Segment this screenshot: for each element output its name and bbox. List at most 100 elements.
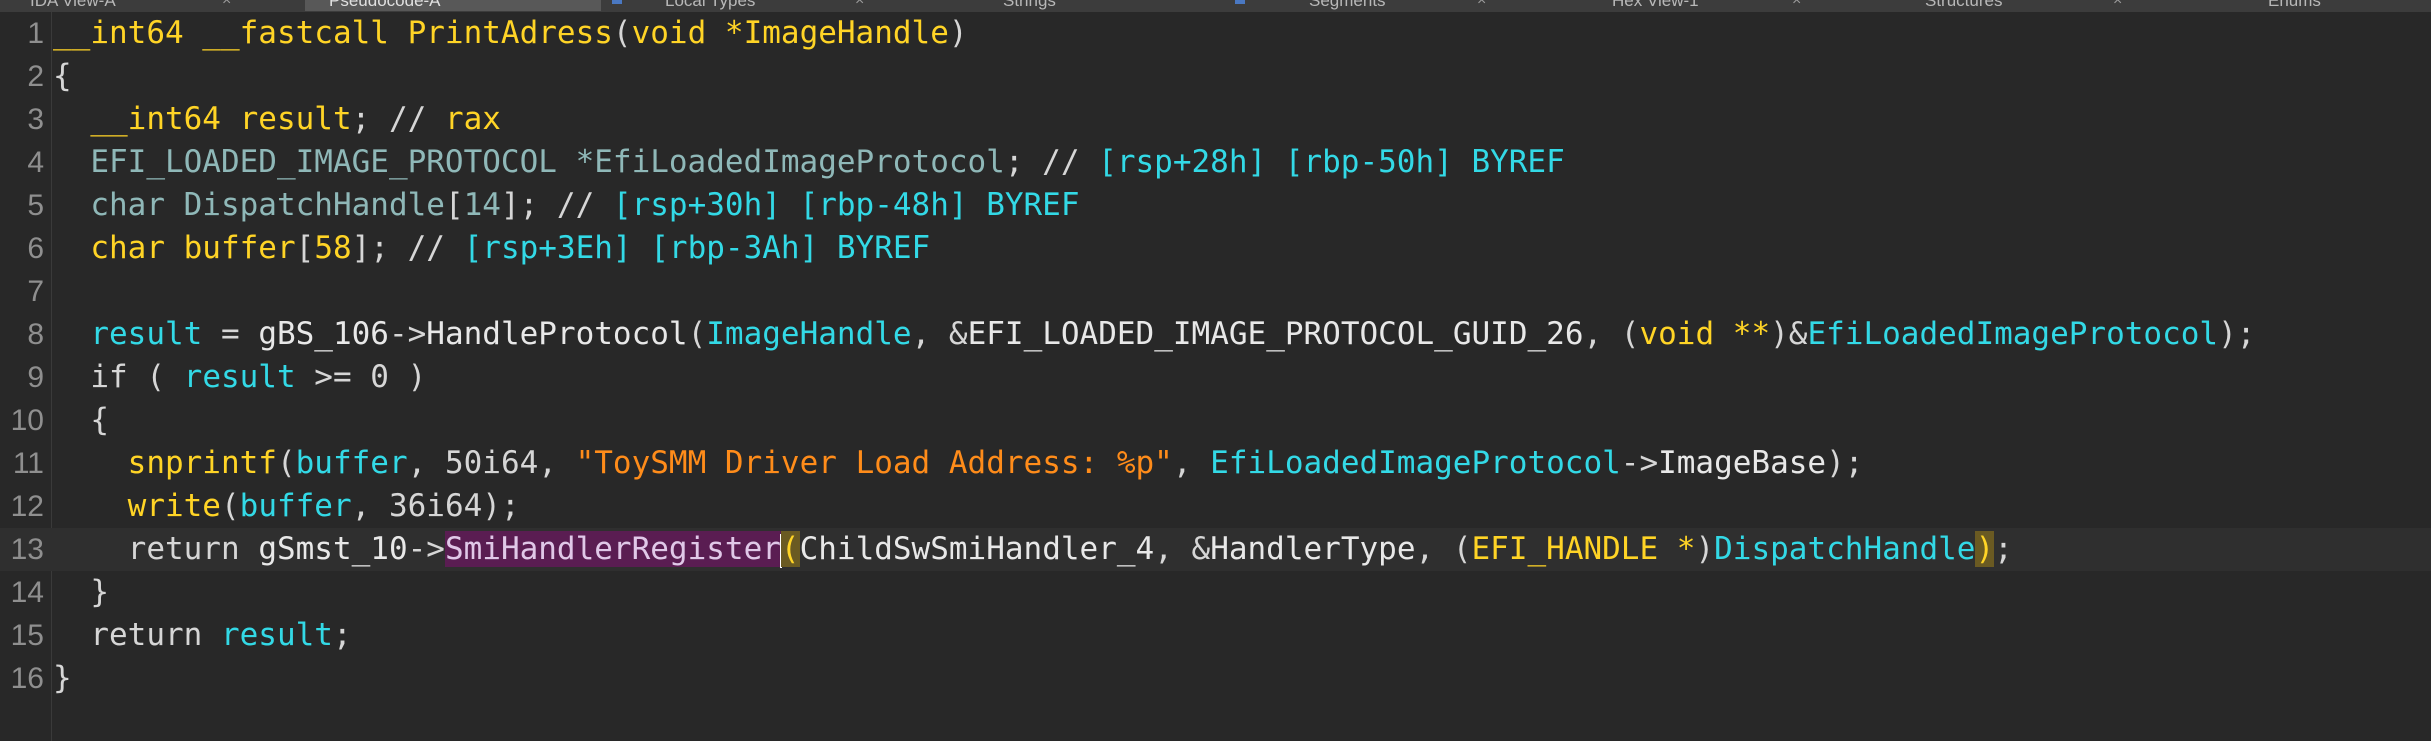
code-text[interactable]: }	[53, 657, 72, 700]
code-token[interactable]: ChildSwSmiHandler_4	[800, 531, 1155, 567]
code-token[interactable]: }	[53, 660, 72, 696]
code-text[interactable]: result = gBS_106->HandleProtocol(ImageHa…	[53, 313, 2255, 356]
code-line[interactable]: 10 {	[0, 399, 2431, 442]
code-token[interactable]: }	[53, 574, 109, 610]
tab-structures-close-icon[interactable]: ×	[2113, 0, 2122, 10]
code-line[interactable]: 8 result = gBS_106->HandleProtocol(Image…	[0, 313, 2431, 356]
code-token[interactable]: [	[296, 230, 315, 266]
code-token[interactable]: , 50i64,	[408, 445, 576, 481]
code-token[interactable]: ;	[333, 617, 352, 653]
code-token[interactable]: >= 0 )	[296, 359, 426, 395]
code-token[interactable]: if (	[53, 359, 184, 395]
code-text[interactable]: __int64 __fastcall PrintAdress(void *Ima…	[53, 12, 968, 55]
code-token[interactable]: , (	[1416, 531, 1472, 567]
tab-ida-view-a[interactable]: IDA View-A	[30, 0, 116, 11]
code-token[interactable]: (	[221, 488, 240, 524]
code-token[interactable]: DispatchHandle	[1714, 531, 1975, 567]
code-token[interactable]: =	[202, 316, 258, 352]
tab-enums[interactable]: Enums	[2268, 0, 2321, 11]
code-token[interactable]: buffer	[240, 488, 352, 524]
pseudocode-editor[interactable]: 1 __int64 __fastcall PrintAdress(void *Im…	[0, 12, 2431, 741]
code-token[interactable]: ->	[408, 531, 445, 567]
code-text[interactable]: __int64 result; // rax	[53, 98, 501, 141]
code-token[interactable]: EFI_HANDLE *	[1472, 531, 1696, 567]
code-token[interactable]: ]; //	[352, 230, 464, 266]
code-token[interactable]: char buffer	[53, 230, 295, 266]
code-token[interactable]: [	[445, 187, 464, 223]
code-token[interactable]: , &	[912, 316, 968, 352]
code-token[interactable]: rax	[445, 101, 501, 137]
code-token[interactable]: ;	[1994, 531, 2013, 567]
code-token[interactable]: void *ImageHandle	[632, 15, 949, 51]
code-text[interactable]: }	[53, 571, 109, 614]
tab-local-types-close-icon[interactable]: ×	[855, 0, 864, 10]
code-token[interactable]: void **	[1639, 316, 1770, 352]
tab-pseudocode-a[interactable]: Pseudocode-A	[305, 0, 601, 11]
code-text[interactable]: {	[53, 55, 72, 98]
code-line[interactable]: 2{	[0, 55, 2431, 98]
code-token[interactable]: result	[90, 316, 202, 352]
code-line[interactable]: 13 return gSmst_10->SmiHandlerRegister(C…	[0, 528, 2431, 571]
code-token[interactable]: (	[277, 445, 296, 481]
code-token[interactable]: char DispatchHandle	[53, 187, 445, 223]
code-token[interactable]	[53, 316, 90, 352]
code-line[interactable]: 9 if ( result >= 0 )	[0, 356, 2431, 399]
code-token[interactable]: snprintf	[128, 445, 277, 481]
code-token[interactable]: );	[2218, 316, 2255, 352]
code-text[interactable]: snprintf(buffer, 50i64, "ToySMM Driver L…	[53, 442, 1864, 485]
code-token[interactable]: )&	[1770, 316, 1807, 352]
code-token[interactable]: {	[53, 402, 109, 438]
code-line[interactable]: 7	[0, 270, 2431, 313]
code-token[interactable]: __int64 result	[90, 101, 351, 137]
code-token[interactable]: ; //	[1005, 144, 1098, 180]
code-line[interactable]: 3 __int64 result; // rax	[0, 98, 2431, 141]
code-token[interactable]: ]; //	[501, 187, 613, 223]
code-token[interactable]: gSmst_10	[258, 531, 407, 567]
code-token[interactable]: EfiLoadedImageProtocol	[1210, 445, 1621, 481]
tab-hex-view-1-close-icon[interactable]: ×	[1792, 0, 1801, 10]
code-token[interactable]: HandleProtocol	[426, 316, 687, 352]
tab-structures[interactable]: Structures	[1925, 0, 2002, 11]
code-token[interactable]: )	[1975, 531, 1995, 567]
code-token[interactable]	[53, 101, 90, 137]
tab-ida-view-a-close-icon[interactable]: ×	[222, 0, 231, 10]
code-line[interactable]: 6 char buffer[58]; // [rsp+3Eh] [rbp-3Ah…	[0, 227, 2431, 270]
code-token[interactable]: EFI_LOADED_IMAGE_PROTOCOL_GUID_26	[968, 316, 1584, 352]
code-line[interactable]: 1 __int64 __fastcall PrintAdress(void *Im…	[0, 12, 2431, 55]
code-token[interactable]: {	[53, 58, 72, 94]
code-token[interactable]: result	[184, 359, 296, 395]
code-token[interactable]: __int64 __fastcall PrintAdress	[53, 15, 613, 51]
code-token[interactable]: [rsp+3Eh] [rbp-3Ah] BYREF	[464, 230, 931, 266]
code-line[interactable]: 11 snprintf(buffer, 50i64, "ToySMM Drive…	[0, 442, 2431, 485]
code-line[interactable]: 16}	[0, 657, 2431, 700]
code-text[interactable]: char DispatchHandle[14]; // [rsp+30h] [r…	[53, 184, 1079, 227]
code-text[interactable]: EFI_LOADED_IMAGE_PROTOCOL *EfiLoadedImag…	[53, 141, 1565, 184]
code-line[interactable]: 14 }	[0, 571, 2431, 614]
code-token[interactable]: SmiHandlerRegister	[444, 531, 781, 567]
code-token[interactable]: return	[53, 531, 258, 567]
code-token[interactable]: return	[53, 617, 221, 653]
code-token[interactable]: EfiLoadedImageProtocol	[1807, 316, 2218, 352]
code-token[interactable]: )	[949, 15, 968, 51]
tab-hex-view-1[interactable]: Hex View-1	[1612, 0, 1699, 11]
code-token[interactable]: (	[780, 531, 800, 567]
code-text[interactable]: char buffer[58]; // [rsp+3Eh] [rbp-3Ah] …	[53, 227, 930, 270]
code-line[interactable]: 5 char DispatchHandle[14]; // [rsp+30h] …	[0, 184, 2431, 227]
code-token[interactable]: ,	[1173, 445, 1210, 481]
code-line[interactable]: 12 write(buffer, 36i64);	[0, 485, 2431, 528]
code-text[interactable]: {	[53, 399, 109, 442]
code-token[interactable]: write	[128, 488, 221, 524]
code-token[interactable]: , 36i64);	[352, 488, 520, 524]
code-token[interactable]: )	[1695, 531, 1714, 567]
code-token[interactable]: ImageHandle	[706, 316, 911, 352]
code-token[interactable]: (	[688, 316, 707, 352]
code-text[interactable]: if ( result >= 0 )	[53, 356, 426, 399]
code-text[interactable]: write(buffer, 36i64);	[53, 485, 520, 528]
code-token[interactable]	[53, 488, 128, 524]
code-token[interactable]: );	[1826, 445, 1863, 481]
code-token[interactable]: EFI_LOADED_IMAGE_PROTOCOL *EfiLoadedImag…	[53, 144, 1005, 180]
code-text[interactable]: return result;	[53, 614, 352, 657]
code-line[interactable]: 4 EFI_LOADED_IMAGE_PROTOCOL *EfiLoadedIm…	[0, 141, 2431, 184]
code-token[interactable]: result	[221, 617, 333, 653]
code-token[interactable]: [rsp+28h] [rbp-50h] BYREF	[1098, 144, 1565, 180]
